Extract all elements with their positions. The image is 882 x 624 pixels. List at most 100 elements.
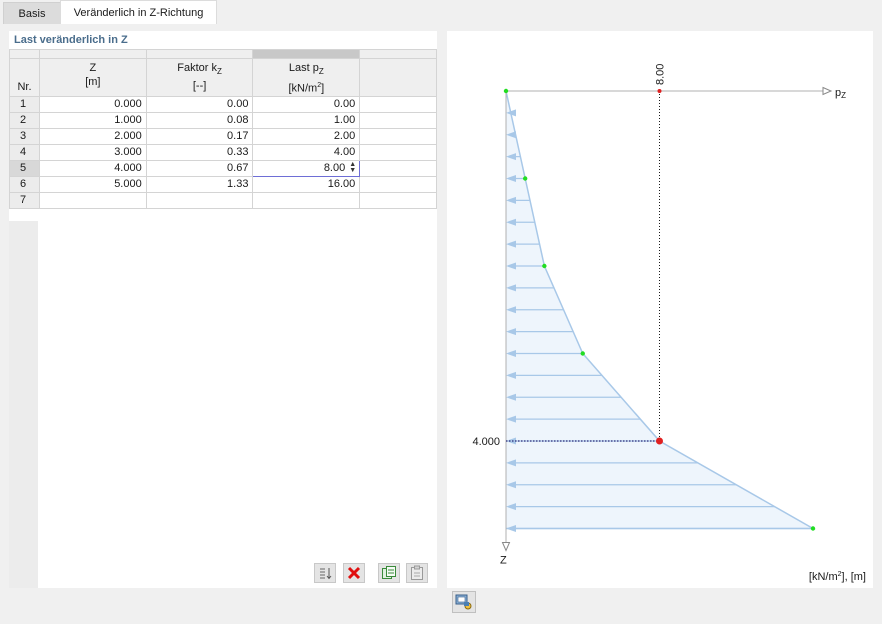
load-node[interactable] [810,526,816,531]
header-last-sub: Z [318,67,324,77]
header-faktor-sub: Z [217,67,222,77]
cell-faktor[interactable]: 0.67 [145,159,254,177]
row-number: 4 [9,143,40,161]
diagram-options-icon[interactable] [452,591,476,613]
load-diagram: pZ Z 8.00 4.000 [kN/m2], [m] [472,64,866,583]
cell-z-value: 0.000 [114,98,142,111]
table-body: 1 0.000 0.00 0.00 2 1.000 0.08 1.00 3 2.000 0.17 2.… [9,95,437,209]
cell-faktor[interactable]: 0.33 [145,143,254,161]
delete-icon[interactable] [343,563,365,583]
cell-faktor[interactable] [145,191,254,209]
table-row[interactable]: 2 1.000 0.08 1.00 [9,111,437,129]
cell-empty [359,143,437,161]
cell-faktor[interactable]: 0.00 [145,95,254,113]
table-row[interactable]: 6 5.000 1.33 16.00 [9,175,437,193]
header-faktor-unit: [--] [192,80,207,93]
cell-last-value: 8.00 [323,162,346,175]
load-node[interactable] [542,263,547,269]
cell-last[interactable]: 4.00 [252,143,361,161]
table-row[interactable]: 3 2.000 0.17 2.00 [9,127,437,145]
row-number-value: 2 [20,114,27,127]
tab-basis[interactable]: Basis [3,2,61,24]
cell-z-value: 2.000 [114,130,142,143]
header-last[interactable]: Last pZ [kN/m2] [252,58,361,97]
cell-z[interactable]: 5.000 [38,175,147,193]
cell-z[interactable]: 3.000 [38,143,147,161]
cell-last[interactable]: 8.00 ▲ ▼ [252,159,361,177]
cell-z-value: 4.000 [114,162,142,175]
cell-last-value: 0.00 [333,98,356,111]
column-strip [359,49,437,59]
row-number: 6 [9,175,40,193]
paste-icon[interactable] [406,563,428,583]
cell-empty [359,111,437,129]
table-row[interactable]: 5 4.000 0.67 8.00 ▲ ▼ [9,159,437,177]
row-number: 3 [9,127,40,145]
z-axis-label: Z [500,555,507,567]
cell-last[interactable]: 16.00 [252,175,361,193]
header-nr-label: Nr. [17,80,32,93]
selected-node[interactable] [656,437,663,445]
diagram-panel: pZ Z 8.00 4.000 [kN/m2], [m] [447,31,873,613]
cell-faktor[interactable]: 0.17 [145,127,254,145]
tab-bar: Basis Veränderlich in Z-Richtung [0,0,882,24]
table-row[interactable]: 7 [9,191,437,209]
column-strip [9,49,40,59]
row-number-value: 1 [20,98,27,111]
cell-z-value: 5.000 [114,178,142,191]
panel-title: Last veränderlich in Z [14,34,128,46]
header-last-unit: [kN/m [288,82,318,95]
cell-last[interactable] [252,191,361,209]
header-nr[interactable]: Nr. [9,58,40,97]
load-node[interactable] [580,351,585,356]
cell-empty [359,159,437,177]
cell-z[interactable]: 2.000 [38,127,147,145]
z-axis-arrowhead [501,542,511,552]
cell-faktor[interactable]: 1.33 [145,175,254,193]
cell-faktor-value: 1.33 [227,178,249,191]
cell-last-value: 16.00 [327,178,356,191]
load-node[interactable] [503,88,509,94]
header-z-label: Z [89,62,97,74]
cell-z[interactable] [38,191,147,209]
row-number: 2 [9,111,40,129]
load-table: Nr. Z [m] Faktor kZ [--] Last pZ [kN/m2] 10… [9,49,437,209]
cell-faktor[interactable]: 0.08 [145,111,254,129]
cell-faktor-value: 0.00 [227,98,249,111]
table-row[interactable]: 4 3.000 0.33 4.00 [9,143,437,161]
header-faktor[interactable]: Faktor kZ [--] [145,58,254,97]
header-last-label: Last p [288,62,319,74]
spin-icon[interactable]: ▲ ▼ [349,161,356,174]
selected-depth-label: 4.000 [472,436,500,448]
cell-z[interactable]: 1.000 [38,111,147,129]
tab-veraenderlich-z[interactable]: Veränderlich in Z-Richtung [60,0,217,24]
table-row[interactable]: 1 0.000 0.00 0.00 [9,95,437,113]
column-strip [38,49,147,59]
row-header-column [9,221,38,588]
p-axis-label: pZ [835,87,846,100]
row-number-value: 7 [20,194,27,207]
selected-value-label: 8.00 [655,64,667,85]
cell-last[interactable]: 1.00 [252,111,361,129]
cell-empty [359,191,437,209]
row-number-value: 4 [20,146,27,159]
row-number-value: 5 [20,162,27,175]
copy-icon[interactable] [378,563,400,583]
header-z-unit: [m] [85,76,101,88]
units-label: [kN/m2], [m] [809,571,866,583]
row-number: 7 [9,191,40,209]
cell-empty [359,95,437,113]
load-node[interactable] [522,176,528,181]
selected-value-marker [657,89,662,93]
cell-z[interactable]: 4.000 [38,159,147,177]
cell-z[interactable]: 0.000 [38,95,147,113]
cell-z-value: 1.000 [114,114,142,127]
sort-icon[interactable] [314,563,336,583]
row-number-value: 6 [20,178,27,191]
cell-faktor-value: 0.33 [227,146,249,159]
cell-last[interactable]: 2.00 [252,127,361,145]
row-number: 5 [9,159,40,177]
header-z[interactable]: Z [m] [38,58,147,97]
cell-last[interactable]: 0.00 [252,95,361,113]
cell-empty [359,175,437,193]
